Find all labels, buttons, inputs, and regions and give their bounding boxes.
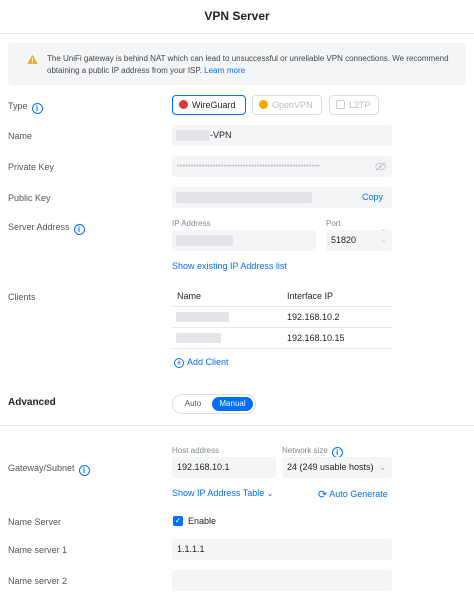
openvpn-option[interactable]: OpenVPN bbox=[252, 95, 322, 115]
copy-button[interactable]: Copy bbox=[362, 187, 383, 208]
name-server-2-field[interactable] bbox=[172, 570, 392, 591]
add-client-button[interactable]: + Add Client bbox=[174, 357, 229, 368]
name-field[interactable]: -VPN bbox=[172, 125, 392, 146]
l2tp-option[interactable]: L2TP bbox=[329, 95, 379, 115]
table-row[interactable]: 192.168.10.2 bbox=[172, 307, 392, 327]
redacted-client-name bbox=[176, 333, 221, 343]
port-label: Port bbox=[326, 219, 341, 228]
private-key-label: Private Key bbox=[8, 162, 55, 172]
name-server-label: Name Server bbox=[8, 517, 62, 527]
host-address-label: Host address bbox=[172, 446, 220, 455]
name-server-1-label: Name server 1 bbox=[8, 545, 68, 555]
gateway-subnet-label: Gateway/Subnet i bbox=[8, 463, 90, 476]
network-size-select[interactable]: 24 (249 usable hosts) ⌄ bbox=[282, 457, 392, 478]
advanced-divider bbox=[0, 425, 474, 426]
warning-message: The UniFi gateway is behind NAT which ca… bbox=[47, 54, 449, 75]
page-title: VPN Server bbox=[204, 9, 270, 23]
advanced-mode-toggle: Auto Manual bbox=[172, 394, 256, 414]
clients-ip-header: Interface IP bbox=[287, 291, 334, 301]
plus-circle-icon: + bbox=[174, 358, 184, 368]
l2tp-icon bbox=[336, 100, 345, 109]
name-label: Name bbox=[8, 131, 33, 141]
clients-name-header: Name bbox=[177, 291, 202, 301]
port-stepper-icon[interactable]: ⌃ ⌄ bbox=[381, 229, 386, 245]
port-field[interactable]: 51820 ⌃ ⌄ bbox=[326, 230, 392, 251]
type-label: Type i bbox=[8, 101, 43, 114]
gateway-info-icon[interactable]: i bbox=[78, 465, 90, 476]
ip-address-field[interactable] bbox=[172, 230, 316, 251]
chevron-down-icon: ⌄ bbox=[266, 489, 274, 498]
server-address-label: Server Address i bbox=[8, 222, 85, 235]
openvpn-icon bbox=[259, 100, 268, 109]
advanced-heading: Advanced bbox=[8, 397, 56, 408]
host-address-field[interactable]: 192.168.10.1 bbox=[172, 457, 276, 478]
nat-warning-banner: The UniFi gateway is behind NAT which ca… bbox=[8, 43, 466, 85]
learn-more-link[interactable]: Learn more bbox=[204, 66, 245, 75]
type-info-icon[interactable]: i bbox=[31, 103, 43, 114]
server-address-info-icon[interactable]: i bbox=[73, 224, 85, 235]
wireguard-icon bbox=[179, 100, 188, 109]
public-key-label: Public Key bbox=[8, 193, 51, 203]
show-ip-list-link[interactable]: Show existing IP Address list bbox=[172, 261, 287, 271]
public-key-field: Copy bbox=[172, 187, 392, 208]
row-divider bbox=[172, 348, 392, 349]
redacted-ip-address bbox=[176, 235, 233, 246]
refresh-icon: ⟳ bbox=[318, 489, 328, 501]
auto-option[interactable]: Auto bbox=[177, 397, 209, 411]
redacted-client-name bbox=[176, 312, 229, 322]
manual-option[interactable]: Manual bbox=[212, 397, 253, 411]
eye-off-icon[interactable] bbox=[375, 162, 386, 171]
private-key-field[interactable]: ••••••••••••••••••••••••••••••••••••••••… bbox=[172, 156, 392, 177]
checkmark-icon: ✓ bbox=[173, 516, 183, 526]
show-ip-table-link[interactable]: Show IP Address Table ⌄ bbox=[172, 488, 273, 498]
redacted-name bbox=[176, 130, 209, 141]
ip-address-label: IP Address bbox=[172, 219, 211, 228]
name-server-1-field[interactable]: 1.1.1.1 bbox=[172, 539, 392, 560]
chevron-down-icon: ⌄ bbox=[379, 463, 386, 472]
header-divider bbox=[0, 33, 474, 34]
auto-generate-button[interactable]: ⟳ Auto Generate bbox=[318, 488, 388, 501]
warning-icon bbox=[27, 54, 38, 64]
wireguard-option[interactable]: WireGuard bbox=[172, 95, 246, 115]
name-server-2-label: Name server 2 bbox=[8, 576, 68, 586]
redacted-public-key bbox=[176, 192, 312, 203]
clients-label: Clients bbox=[8, 292, 36, 302]
table-row[interactable]: 192.168.10.15 bbox=[172, 328, 392, 348]
name-server-enable-checkbox[interactable]: ✓ Enable bbox=[173, 516, 216, 526]
